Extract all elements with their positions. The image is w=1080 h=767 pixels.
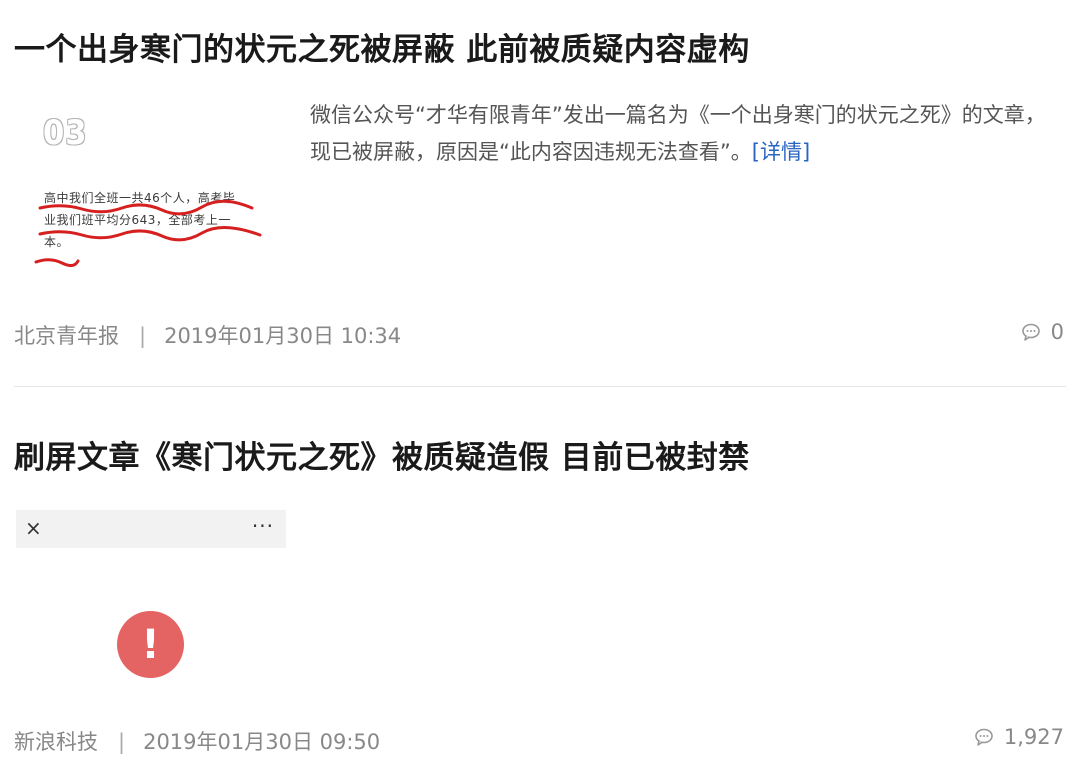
article-title[interactable]: 一个出身寒门的状元之死被屏蔽 此前被质疑内容虚构 bbox=[14, 24, 750, 69]
comment-bubble-icon bbox=[975, 728, 993, 746]
article-title[interactable]: 刷屏文章《寒门状元之死》被质疑造假 目前已被封禁 bbox=[14, 432, 750, 477]
article-source[interactable]: 北京青年报 bbox=[14, 324, 119, 348]
summary-text: 微信公众号“才华有限青年”发出一篇名为《一个出身寒门的状元之死》的文章，现已被屏… bbox=[310, 103, 1046, 164]
meta-separator: | bbox=[118, 730, 126, 754]
exclamation-circle-icon: ! bbox=[117, 611, 184, 678]
article-divider bbox=[14, 386, 1066, 387]
comment-bubble-icon bbox=[1021, 323, 1040, 341]
article-meta: 新浪科技 | 2019年01月30日 09:50 bbox=[14, 726, 380, 756]
comment-count[interactable]: 1,927 bbox=[974, 725, 1064, 749]
news-feed: 一个出身寒门的状元之死被屏蔽 此前被质疑内容虚构 03 高中我们全班一共46个人… bbox=[0, 0, 1080, 767]
comment-count-value: 1,927 bbox=[1003, 725, 1064, 749]
meta-separator: | bbox=[139, 324, 147, 348]
article-datetime: 2019年01月30日 10:34 bbox=[164, 324, 402, 348]
article-meta: 北京青年报 | 2019年01月30日 10:34 bbox=[14, 320, 401, 350]
article-source[interactable]: 新浪科技 bbox=[14, 730, 98, 754]
article-thumbnail[interactable]: 03 高中我们全班一共46个人，高考毕 业我们班平均分643，全部考上一 本。 bbox=[22, 95, 282, 280]
article-thumbnail[interactable]: × ··· ! bbox=[16, 510, 286, 710]
close-icon: × bbox=[25, 516, 42, 540]
thumbnail-top-bar bbox=[16, 510, 286, 548]
article-summary: 微信公众号“才华有限青年”发出一篇名为《一个出身寒门的状元之死》的文章，现已被屏… bbox=[310, 97, 1055, 171]
comment-count[interactable]: 0 bbox=[1021, 320, 1064, 344]
details-link[interactable]: [详情] bbox=[752, 140, 810, 164]
comment-count-value: 0 bbox=[1050, 320, 1064, 344]
more-icon: ··· bbox=[251, 514, 274, 538]
red-underline-marks bbox=[34, 199, 262, 268]
article-datetime: 2019年01月30日 09:50 bbox=[143, 730, 381, 754]
